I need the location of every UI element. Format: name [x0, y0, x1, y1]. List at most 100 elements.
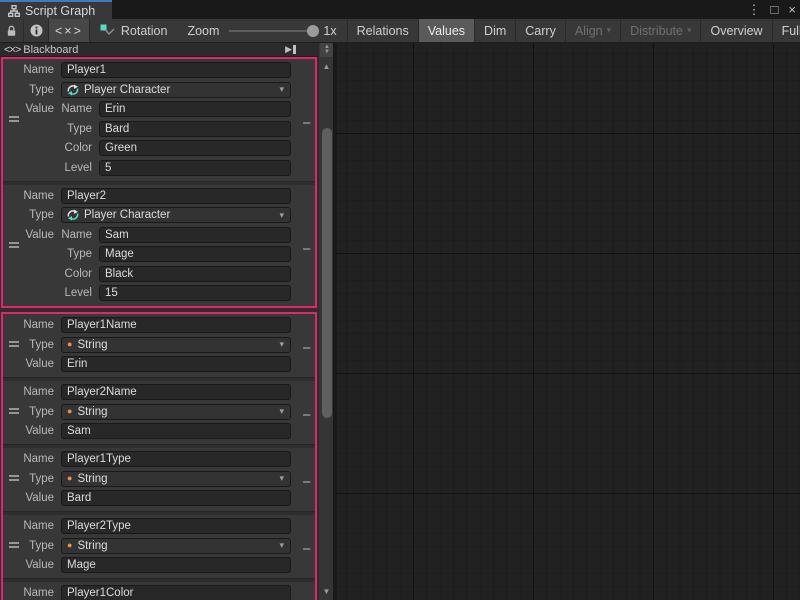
rotation-node-icon	[100, 24, 115, 38]
remove-variable-button[interactable]: −	[302, 475, 311, 490]
chevron-down-icon: ▾	[279, 339, 284, 350]
variable-group-player2: − Name Type Player Character ▾ Value Nam…	[3, 185, 315, 307]
blackboard-header: <×> Blackboard ▶	[0, 43, 318, 57]
graph-tree-icon	[8, 5, 20, 17]
values-button[interactable]: Values	[418, 19, 474, 42]
string-type-icon: ●	[67, 474, 72, 483]
drag-handle-icon[interactable]	[9, 116, 19, 122]
maximize-icon[interactable]: □	[771, 0, 779, 19]
field-input[interactable]	[99, 160, 291, 176]
carry-button[interactable]: Carry	[515, 19, 565, 42]
name-label: Name	[7, 386, 61, 398]
scroll-up-icon[interactable]: ▲	[319, 62, 334, 71]
field-input[interactable]	[99, 227, 291, 243]
remove-variable-button[interactable]: −	[302, 408, 311, 423]
zoom-value: 1x	[323, 24, 336, 38]
tab-script-graph[interactable]: Script Graph	[0, 0, 112, 19]
info-icon	[30, 24, 43, 37]
type-dropdown[interactable]: ● String ▾	[61, 404, 291, 420]
zoom-label: Zoom	[187, 24, 219, 38]
type-value: String	[77, 406, 107, 418]
variable-value-input[interactable]	[61, 490, 291, 506]
variable-name-input[interactable]	[61, 317, 291, 333]
drag-handle-icon[interactable]	[9, 242, 19, 248]
type-dropdown[interactable]: ● String ▾	[61, 538, 291, 554]
relations-button[interactable]: Relations	[347, 19, 418, 42]
selection-box-string-variables[interactable]: − Name Type ● String ▾ Value −	[1, 312, 317, 600]
rotation-indicator: Rotation	[90, 19, 178, 42]
string-type-icon: ●	[67, 340, 72, 349]
field-input[interactable]	[99, 121, 291, 137]
dock-panel-icon[interactable]: ▶	[285, 44, 296, 55]
menu-dots-icon[interactable]: ⋮	[748, 0, 761, 19]
dim-button[interactable]: Dim	[474, 19, 515, 42]
lock-icon	[6, 25, 17, 37]
field-input[interactable]	[99, 266, 291, 282]
remove-variable-button[interactable]: −	[302, 341, 311, 356]
variable-group-player2type: − Name Type ● String ▾ Value	[3, 515, 315, 578]
chevron-down-icon: ▾	[279, 473, 284, 484]
name-label: Name	[7, 64, 61, 76]
string-type-icon: ●	[67, 541, 72, 550]
remove-variable-button[interactable]: −	[302, 542, 311, 557]
name-label: Name	[7, 520, 61, 532]
variable-value-input[interactable]	[61, 557, 291, 573]
chevron-down-icon: ▾	[607, 25, 612, 36]
selection-box-object-variables[interactable]: − Name Type Player Character ▾ Value Nam…	[1, 57, 317, 308]
tab-title: Script Graph	[25, 4, 95, 18]
lock-button[interactable]	[0, 19, 24, 42]
scroll-down-icon[interactable]: ▼	[319, 587, 334, 596]
type-dropdown[interactable]: Player Character ▾	[61, 82, 291, 98]
graph-canvas[interactable]	[337, 43, 800, 600]
variable-value-input[interactable]	[61, 423, 291, 439]
drag-handle-icon[interactable]	[9, 341, 19, 347]
type-dropdown[interactable]: ● String ▾	[61, 337, 291, 353]
variable-group-player2name: − Name Type ● String ▾ Value	[3, 381, 315, 444]
close-icon[interactable]: ×	[788, 0, 796, 19]
remove-variable-button[interactable]: −	[302, 116, 311, 131]
distribute-dropdown-button[interactable]: Distribute ▾	[620, 19, 700, 42]
field-input[interactable]	[99, 101, 291, 117]
variable-value-input[interactable]	[61, 356, 291, 372]
type-value: String	[77, 339, 107, 351]
player-character-type-icon	[67, 209, 79, 221]
variable-name-input[interactable]	[61, 585, 291, 600]
variable-name-input[interactable]	[61, 62, 291, 78]
variable-name-input[interactable]	[61, 188, 291, 204]
value-label: Value	[7, 229, 61, 241]
drag-handle-icon[interactable]	[9, 542, 19, 548]
name-label: Name	[7, 453, 61, 465]
field-input[interactable]	[99, 285, 291, 301]
scroll-down-small-icon[interactable]: ▼	[324, 50, 330, 55]
zoom-slider-handle[interactable]	[307, 25, 319, 37]
remove-variable-button[interactable]: −	[302, 242, 311, 257]
script-graph-asset-button[interactable]: <×>	[49, 19, 90, 42]
type-dropdown[interactable]: ● String ▾	[61, 471, 291, 487]
name-label: Name	[7, 319, 61, 331]
field-input[interactable]	[99, 246, 291, 262]
full-screen-button[interactable]: Full Screen	[772, 19, 800, 42]
blackboard-panel: − Name Type Player Character ▾ Value Nam…	[0, 57, 318, 600]
zoom-slider[interactable]	[229, 30, 317, 32]
scrollbar-thumb[interactable]	[322, 128, 332, 418]
type-value: Player Character	[84, 84, 170, 96]
scroll-jump-buttons[interactable]: ▲ ▼	[320, 43, 334, 57]
drag-handle-icon[interactable]	[9, 475, 19, 481]
info-button[interactable]	[24, 19, 49, 42]
overview-button[interactable]: Overview	[700, 19, 771, 42]
name-label: Name	[7, 190, 61, 202]
value-label: Value	[7, 425, 61, 437]
field-input[interactable]	[99, 140, 291, 156]
variable-name-input[interactable]	[61, 384, 291, 400]
variable-name-input[interactable]	[61, 451, 291, 467]
blackboard-scrollbar[interactable]: ▲ ▼ ▲ ▼	[318, 43, 333, 600]
variable-name-input[interactable]	[61, 518, 291, 534]
value-label: Value	[7, 103, 61, 115]
variable-group-player1name: − Name Type ● String ▾ Value	[3, 314, 315, 377]
align-dropdown-button[interactable]: Align ▾	[565, 19, 620, 42]
player-character-type-icon	[67, 84, 79, 96]
drag-handle-icon[interactable]	[9, 408, 19, 414]
type-dropdown[interactable]: Player Character ▾	[61, 207, 291, 223]
type-value: Player Character	[84, 209, 170, 221]
chevron-down-icon: ▾	[279, 84, 284, 95]
